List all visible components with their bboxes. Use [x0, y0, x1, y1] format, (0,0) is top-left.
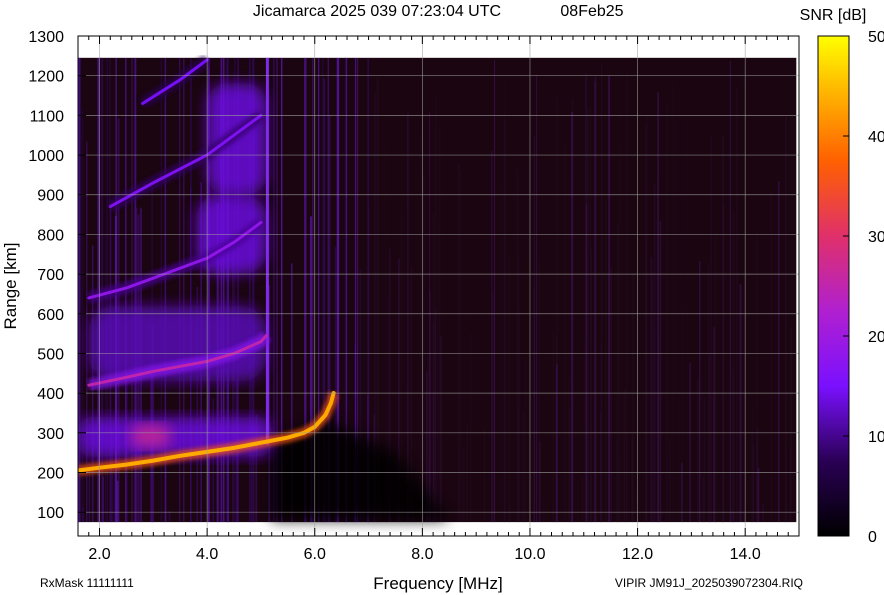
x-tick-label: 2.0	[88, 546, 110, 563]
ionogram-figure: Jicamarca 2025 039 07:23:04 UTC 08Feb25 …	[1, 3, 884, 593]
colorbar-tick-label: 10	[868, 429, 884, 446]
x-axis-label: Frequency [MHz]	[373, 574, 502, 593]
y-tick-label: 700	[37, 267, 64, 284]
y-tick-label: 600	[37, 307, 64, 324]
colorbar-tick-label: 50	[868, 29, 884, 46]
x-tick-label: 10.0	[514, 546, 545, 563]
y-axis-label: Range [km]	[1, 243, 20, 330]
y-tick-label: 500	[37, 346, 64, 363]
y-tick-label: 800	[37, 227, 64, 244]
y-tick-label: 300	[37, 426, 64, 443]
y-tick-label: 1300	[28, 29, 64, 46]
chart-date: 08Feb25	[560, 3, 623, 20]
x-tick-label: 12.0	[622, 546, 653, 563]
filename-text: VIPIR JM91J_2025039072304.RIQ	[615, 576, 803, 590]
y-tick-label: 1200	[28, 69, 64, 86]
x-tick-label: 8.0	[411, 546, 433, 563]
y-tick-label: 100	[37, 505, 64, 522]
colorbar-tick-label: 40	[868, 129, 884, 146]
colorbar-tick-label: 30	[868, 229, 884, 246]
echo-patch	[131, 424, 170, 447]
x-tick-label: 4.0	[196, 546, 218, 563]
x-tick-label: 6.0	[304, 546, 326, 563]
rxmask-text: RxMask 11111111	[40, 576, 134, 590]
y-tick-label: 400	[37, 386, 64, 403]
y-tick-label: 200	[37, 466, 64, 483]
colorbar-tick-label: 20	[868, 329, 884, 346]
colorbar	[817, 35, 850, 537]
y-tick-label: 1000	[28, 148, 64, 165]
colorbar-label: SNR [dB]	[800, 7, 867, 24]
colorbar-tick-label: 0	[868, 529, 877, 546]
chart-title: Jicamarca 2025 039 07:23:04 UTC	[253, 3, 501, 20]
x-tick-label: 14.0	[730, 546, 761, 563]
y-tick-label: 900	[37, 188, 64, 205]
y-tick-label: 1100	[30, 108, 65, 125]
